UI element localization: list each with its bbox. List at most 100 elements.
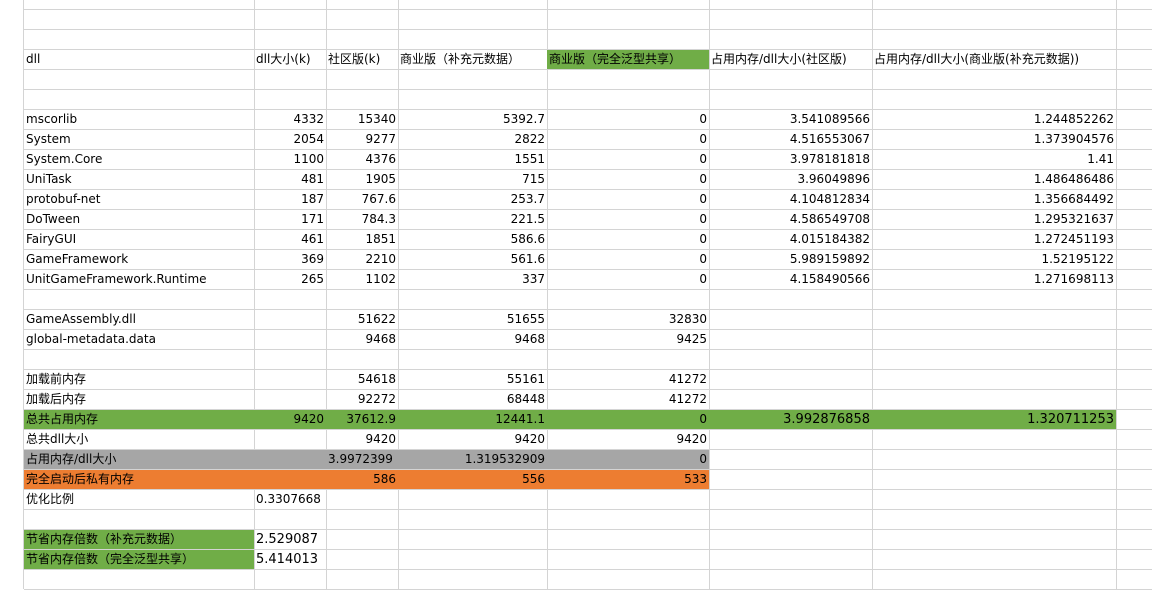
cell-r16-c0[interactable]: global-metadata.data xyxy=(24,330,254,349)
cell-r13-c4[interactable]: 0 xyxy=(547,270,709,289)
cell-r19-c2[interactable]: 92272 xyxy=(326,390,398,409)
cell-r18-c0[interactable]: 加载前内存 xyxy=(24,370,254,389)
cell-r22-c2[interactable]: 3.9972399 xyxy=(326,450,398,469)
cell-r5-c0[interactable]: mscorlib xyxy=(24,110,254,129)
cell-r22-c3[interactable]: 1.319532909 xyxy=(398,450,547,469)
cell-r2-c4[interactable]: 商业版（完全泛型共享） xyxy=(547,50,709,69)
cell-r19-c4[interactable]: 41272 xyxy=(547,390,709,409)
cell-r27-c0[interactable]: 节省内存倍数（完全泛型共享） xyxy=(24,550,254,569)
cell-r9-c5[interactable]: 4.104812834 xyxy=(709,190,872,209)
cell-r5-c3[interactable]: 5392.7 xyxy=(398,110,547,129)
cell-r11-c2[interactable]: 1851 xyxy=(326,230,398,249)
cell-r6-c2[interactable]: 9277 xyxy=(326,130,398,149)
cell-r10-c2[interactable]: 784.3 xyxy=(326,210,398,229)
cell-r5-c5[interactable]: 3.541089566 xyxy=(709,110,872,129)
cell-r12-c3[interactable]: 561.6 xyxy=(398,250,547,269)
cell-r9-c4[interactable]: 0 xyxy=(547,190,709,209)
cell-r21-c4[interactable]: 9420 xyxy=(547,430,709,449)
cell-r20-c1[interactable]: 9420 xyxy=(254,410,326,429)
cell-r2-c0[interactable]: dll xyxy=(24,50,254,69)
cell-r23-c0[interactable]: 完全启动后私有内存 xyxy=(24,470,254,489)
cell-r24-c0[interactable]: 优化比例 xyxy=(24,490,254,509)
spreadsheet-grid[interactable]: dll dll大小(k) 社区版(k) 商业版（补充元数据） 商业版（完全泛型共享） 占用… xyxy=(0,0,1152,590)
cell-r8-c1[interactable]: 481 xyxy=(254,170,326,189)
cell-r24-c1[interactable]: 0.3307668 xyxy=(254,490,326,509)
cell-r19-c3[interactable]: 68448 xyxy=(398,390,547,409)
cell-r12-c6[interactable]: 1.52195122 xyxy=(872,250,1116,269)
cell-r6-c0[interactable]: System xyxy=(24,130,254,149)
cell-r9-c1[interactable]: 187 xyxy=(254,190,326,209)
cell-r9-c6[interactable]: 1.356684492 xyxy=(872,190,1116,209)
cell-r18-c3[interactable]: 55161 xyxy=(398,370,547,389)
cell-r2-c1[interactable]: dll大小(k) xyxy=(254,50,326,69)
cell-r11-c4[interactable]: 0 xyxy=(547,230,709,249)
cell-r2-c6[interactable]: 占用内存/dll大小(商业版(补充元数据)) xyxy=(872,50,1116,69)
cell-r11-c6[interactable]: 1.272451193 xyxy=(872,230,1116,249)
cell-r10-c1[interactable]: 171 xyxy=(254,210,326,229)
cell-r6-c3[interactable]: 2822 xyxy=(398,130,547,149)
cell-r2-c3[interactable]: 商业版（补充元数据） xyxy=(398,50,547,69)
cell-r16-c2[interactable]: 9468 xyxy=(326,330,398,349)
cell-r20-c3[interactable]: 12441.1 xyxy=(398,410,547,429)
cell-r11-c1[interactable]: 461 xyxy=(254,230,326,249)
cell-r23-c4[interactable]: 533 xyxy=(547,470,709,489)
cell-r9-c2[interactable]: 767.6 xyxy=(326,190,398,209)
cell-r18-c2[interactable]: 54618 xyxy=(326,370,398,389)
cell-r13-c2[interactable]: 1102 xyxy=(326,270,398,289)
cell-r15-c4[interactable]: 32830 xyxy=(547,310,709,329)
cell-r20-c2[interactable]: 37612.9 xyxy=(326,410,398,429)
cell-r11-c3[interactable]: 586.6 xyxy=(398,230,547,249)
cell-r6-c1[interactable]: 2054 xyxy=(254,130,326,149)
cell-r11-c0[interactable]: FairyGUI xyxy=(24,230,254,249)
cell-r8-c3[interactable]: 715 xyxy=(398,170,547,189)
cell-r21-c2[interactable]: 9420 xyxy=(326,430,398,449)
cell-r10-c3[interactable]: 221.5 xyxy=(398,210,547,229)
cell-r10-c6[interactable]: 1.295321637 xyxy=(872,210,1116,229)
cell-r6-c5[interactable]: 4.516553067 xyxy=(709,130,872,149)
cell-r12-c5[interactable]: 5.989159892 xyxy=(709,250,872,269)
cell-r20-c6[interactable]: 1.320711253 xyxy=(872,410,1116,429)
cell-r20-c0[interactable]: 总共占用内存 xyxy=(24,410,254,429)
cell-r12-c0[interactable]: GameFramework xyxy=(24,250,254,269)
cell-r16-c3[interactable]: 9468 xyxy=(398,330,547,349)
cell-r20-c4[interactable]: 0 xyxy=(547,410,709,429)
cell-r6-c6[interactable]: 1.373904576 xyxy=(872,130,1116,149)
cell-r12-c1[interactable]: 369 xyxy=(254,250,326,269)
cell-r10-c5[interactable]: 4.586549708 xyxy=(709,210,872,229)
cell-r23-c2[interactable]: 586 xyxy=(326,470,398,489)
cell-r15-c3[interactable]: 51655 xyxy=(398,310,547,329)
cell-r8-c2[interactable]: 1905 xyxy=(326,170,398,189)
cell-r10-c0[interactable]: DoTween xyxy=(24,210,254,229)
cell-r12-c2[interactable]: 2210 xyxy=(326,250,398,269)
cell-r6-c4[interactable]: 0 xyxy=(547,130,709,149)
cell-r8-c6[interactable]: 1.486486486 xyxy=(872,170,1116,189)
cell-r5-c2[interactable]: 15340 xyxy=(326,110,398,129)
cell-r5-c1[interactable]: 4332 xyxy=(254,110,326,129)
cell-r26-c1[interactable]: 2.529087 xyxy=(254,530,326,549)
cell-r2-c2[interactable]: 社区版(k) xyxy=(326,50,398,69)
cell-r21-c0[interactable]: 总共dll大小 xyxy=(24,430,254,449)
cell-r15-c0[interactable]: GameAssembly.dll xyxy=(24,310,254,329)
cell-r10-c4[interactable]: 0 xyxy=(547,210,709,229)
cell-r5-c6[interactable]: 1.244852262 xyxy=(872,110,1116,129)
cell-r16-c4[interactable]: 9425 xyxy=(547,330,709,349)
cell-r19-c0[interactable]: 加载后内存 xyxy=(24,390,254,409)
cell-r13-c3[interactable]: 337 xyxy=(398,270,547,289)
cell-r5-c4[interactable]: 0 xyxy=(547,110,709,129)
cell-r7-c1[interactable]: 1100 xyxy=(254,150,326,169)
cell-r8-c0[interactable]: UniTask xyxy=(24,170,254,189)
cell-r9-c0[interactable]: protobuf-net xyxy=(24,190,254,209)
cell-r20-c5[interactable]: 3.992876858 xyxy=(709,410,872,429)
cell-r12-c4[interactable]: 0 xyxy=(547,250,709,269)
cell-r27-c1[interactable]: 5.414013 xyxy=(254,550,326,569)
cell-r13-c5[interactable]: 4.158490566 xyxy=(709,270,872,289)
cell-r26-c0[interactable]: 节省内存倍数（补充元数据） xyxy=(24,530,254,549)
cell-r11-c5[interactable]: 4.015184382 xyxy=(709,230,872,249)
cell-r23-c3[interactable]: 556 xyxy=(398,470,547,489)
cell-r7-c3[interactable]: 1551 xyxy=(398,150,547,169)
cell-r21-c3[interactable]: 9420 xyxy=(398,430,547,449)
cell-r18-c4[interactable]: 41272 xyxy=(547,370,709,389)
cell-r7-c5[interactable]: 3.978181818 xyxy=(709,150,872,169)
cell-r7-c2[interactable]: 4376 xyxy=(326,150,398,169)
cell-r13-c6[interactable]: 1.271698113 xyxy=(872,270,1116,289)
